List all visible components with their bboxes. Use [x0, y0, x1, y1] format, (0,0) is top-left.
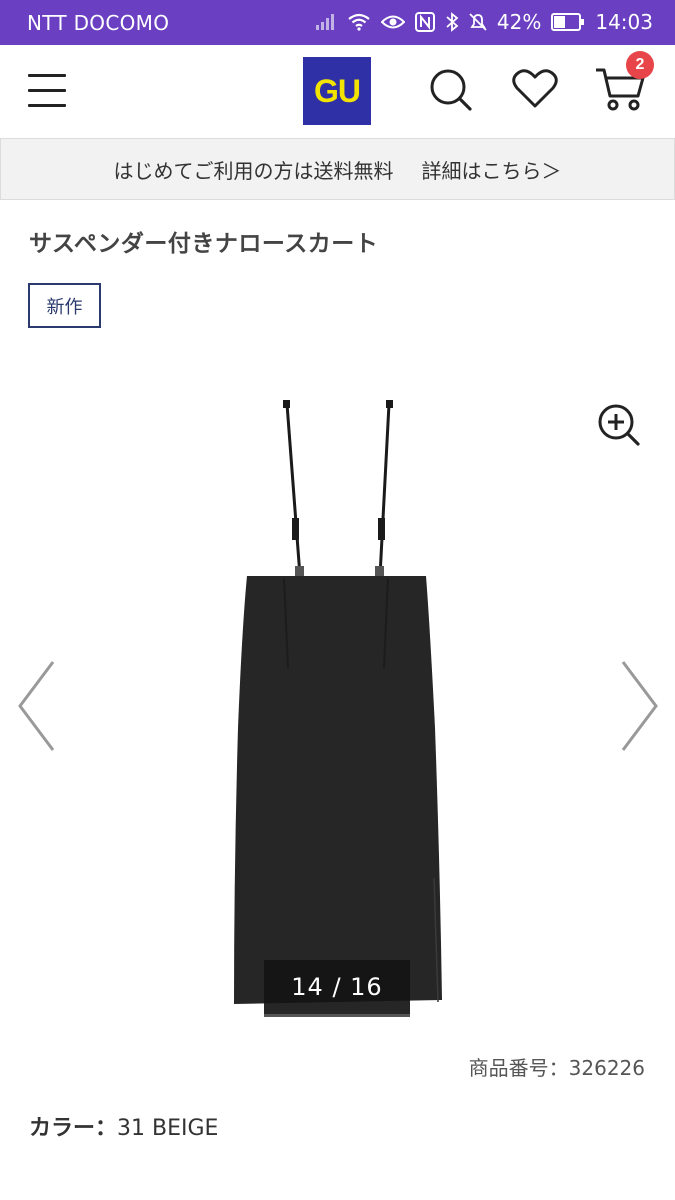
image-counter: 14 / 16 [264, 960, 410, 1017]
status-bar: NTT DOCOMO 42% 14:03 [0, 0, 675, 45]
new-badge: 新作 [28, 283, 101, 328]
menu-icon[interactable] [28, 74, 66, 108]
bluetooth-icon [446, 12, 459, 32]
battery-icon [551, 13, 585, 31]
search-icon[interactable] [428, 67, 474, 113]
zoom-icon[interactable] [597, 403, 641, 447]
color-label: カラー： [29, 1116, 118, 1141]
status-icons: 42% 14:03 [315, 9, 653, 35]
shipping-notice[interactable]: はじめてご利用の方は送料無料 詳細はこちら＞ [0, 138, 675, 200]
color-info: カラー：31 BEIGE [29, 1110, 218, 1142]
signal-icon [315, 14, 334, 30]
wifi-icon [348, 13, 370, 31]
heart-icon[interactable] [512, 68, 558, 110]
product-image[interactable] [228, 398, 448, 1010]
nfc-icon [414, 12, 435, 32]
carrier-name: NTT DOCOMO [27, 11, 170, 35]
prev-arrow-icon[interactable] [16, 660, 56, 752]
battery-percent: 42% [496, 10, 542, 34]
color-value: 31 BEIGE [117, 1116, 219, 1141]
clock: 14:03 [595, 10, 653, 34]
mute-bell-icon [469, 13, 487, 31]
eye-icon [380, 15, 405, 29]
product-title: サスペンダー付きナロースカート [29, 231, 379, 257]
product-code: 商品番号：326226 [468, 1056, 645, 1080]
cart-count-badge: 2 [626, 51, 654, 79]
notice-text: はじめてご利用の方は送料無料 [113, 158, 394, 183]
gu-logo[interactable]: GU [303, 57, 371, 125]
next-arrow-icon[interactable] [620, 660, 660, 752]
notice-link[interactable]: 詳細はこちら＞ [422, 155, 562, 184]
